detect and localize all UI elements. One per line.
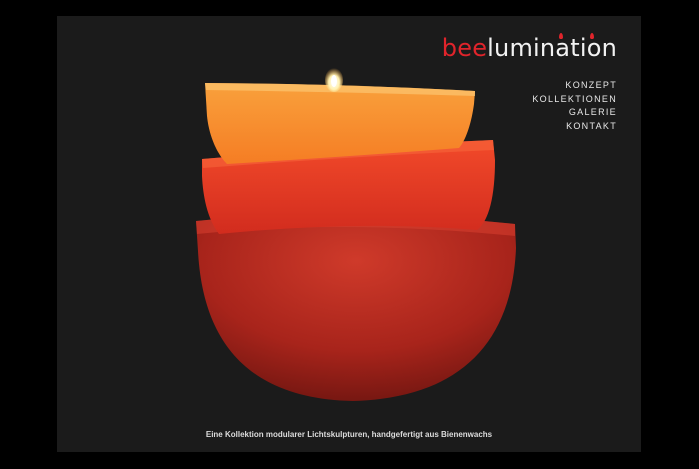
hero-caption: Eine Kollektion modularer Lichtskulpture… [205,430,493,439]
page-stage: beelumination KONZEPT KOLLEKTIONEN GALER… [57,16,641,452]
logo-drop-icon [559,33,563,39]
brand-prefix: bee [441,34,488,62]
brand-suffix: lumination [487,34,617,62]
nav-item-kontakt[interactable]: KONTAKT [532,120,617,134]
main-nav: KONZEPT KOLLEKTIONEN GALERIE KONTAKT [532,79,617,133]
candle-flame-icon [325,68,343,92]
bottom-bowl [196,214,516,401]
nav-item-kollektionen[interactable]: KOLLEKTIONEN [532,93,617,107]
nav-item-galerie[interactable]: GALERIE [532,106,617,120]
brand-logo[interactable]: beelumination [441,33,617,62]
nav-item-konzept[interactable]: KONZEPT [532,79,617,93]
logo-drop-icon [590,33,594,39]
